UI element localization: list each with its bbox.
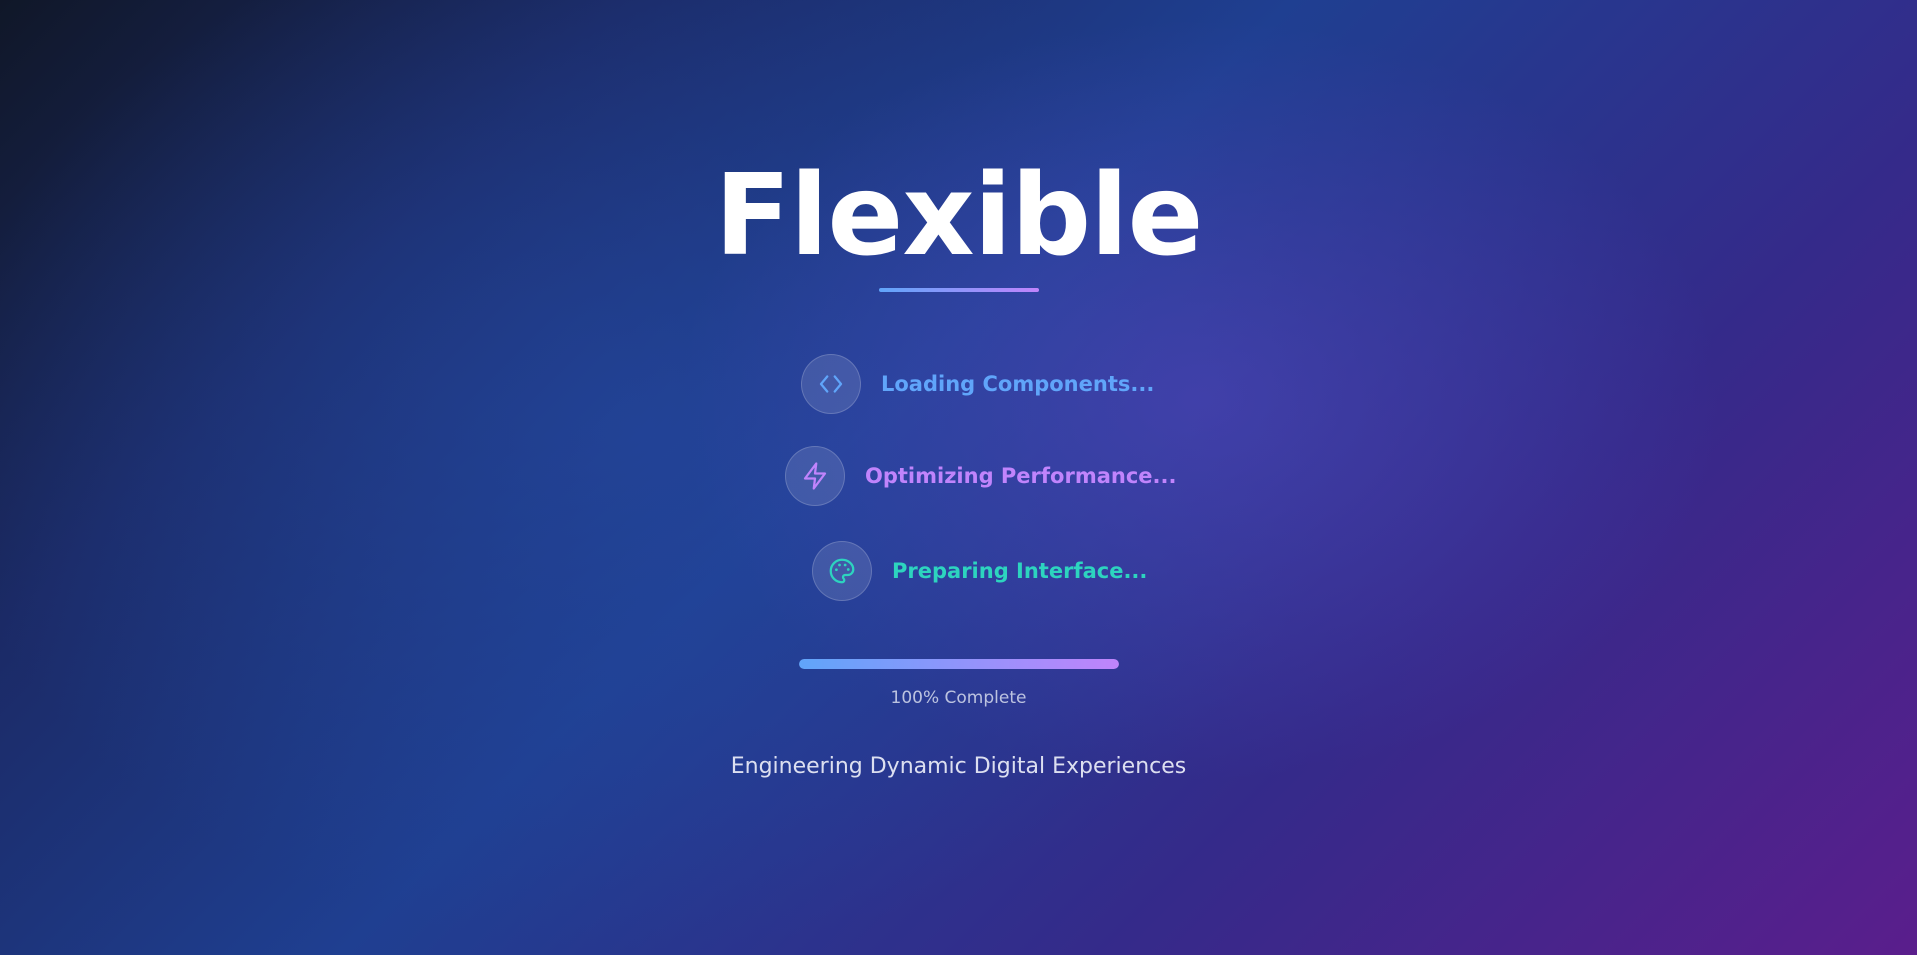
app-title: Flexible	[714, 151, 1203, 281]
loading-step-interface: Preparing Interface...	[812, 540, 1147, 602]
code-brackets-icon	[801, 354, 861, 414]
loading-step-components: Loading Components...	[801, 353, 1154, 415]
progress-bar-fill	[799, 659, 1119, 669]
loading-step-label: Preparing Interface...	[892, 559, 1148, 583]
tagline: Engineering Dynamic Digital Experiences	[730, 754, 1187, 779]
palette-icon	[812, 541, 872, 601]
loading-step-label: Optimizing Performance...	[865, 464, 1177, 488]
lightning-bolt-icon	[785, 446, 845, 506]
progress-text: 100% Complete	[890, 688, 1027, 708]
loading-step-performance: Optimizing Performance...	[785, 445, 1176, 507]
loading-step-label: Loading Components...	[881, 372, 1155, 396]
title-underline	[879, 288, 1039, 292]
progress-bar	[799, 659, 1119, 669]
loading-screen: Flexible Loading Components... Optimizin…	[0, 0, 1917, 955]
